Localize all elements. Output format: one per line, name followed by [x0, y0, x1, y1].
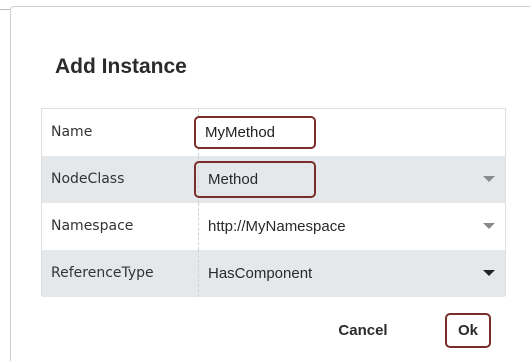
property-row-namespace[interactable]: Namespace http://MyNamespace	[42, 203, 505, 250]
chevron-down-icon[interactable]	[483, 270, 495, 276]
dialog-title: Add Instance	[55, 55, 187, 78]
chevron-down-icon[interactable]	[483, 176, 495, 182]
property-row-name: Name	[42, 109, 505, 156]
property-label-namespace: Namespace	[51, 218, 134, 234]
referencetype-select-value[interactable]: HasComponent	[208, 250, 312, 297]
ok-button[interactable]: Ok	[445, 313, 491, 348]
name-input[interactable]	[194, 116, 316, 149]
property-label-name: Name	[51, 124, 93, 140]
property-label-nodeclass: NodeClass	[51, 171, 125, 187]
property-row-referencetype[interactable]: ReferenceType HasComponent	[42, 250, 505, 297]
nodeclass-select-value[interactable]: Method	[208, 156, 258, 203]
column-divider	[198, 203, 199, 250]
cancel-button[interactable]: Cancel	[326, 313, 400, 347]
property-row-nodeclass[interactable]: NodeClass Method	[42, 156, 505, 203]
property-label-referencetype: ReferenceType	[51, 265, 154, 281]
column-divider	[198, 156, 199, 203]
column-divider	[198, 250, 199, 297]
chevron-down-icon[interactable]	[483, 223, 495, 229]
properties-table: Name NodeClass Method Namespace http://M…	[41, 108, 506, 297]
namespace-select-value[interactable]: http://MyNamespace	[208, 203, 346, 250]
